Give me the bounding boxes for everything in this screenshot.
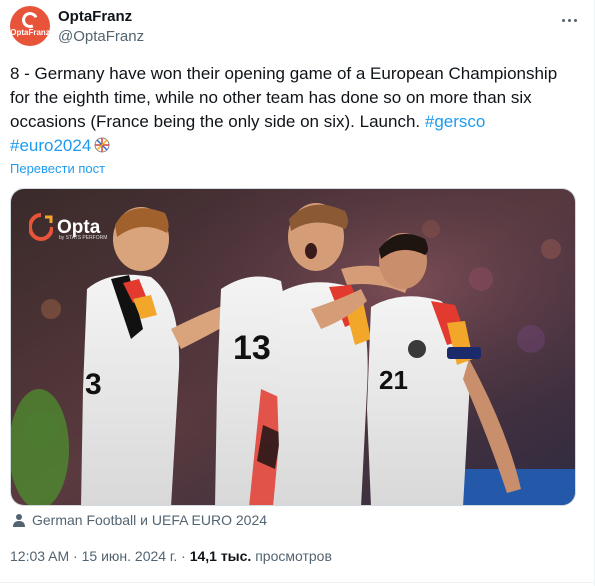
tweet-date[interactable]: 15 июн. 2024 г.: [82, 548, 178, 564]
author-display-name[interactable]: OptaFranz: [58, 8, 132, 25]
euro2024-ball-icon: [94, 137, 110, 153]
opta-watermark-brand: Opta: [57, 216, 101, 238]
jersey-number: 13: [233, 329, 271, 367]
opta-watermark: Opta by STATS PERFORM: [29, 213, 107, 241]
avatar-text: OptaFranz: [10, 28, 50, 37]
tweet-text-line: 8 - Germany have won their opening game …: [10, 64, 558, 83]
author-handle[interactable]: @OptaFranz: [58, 28, 144, 45]
jersey-number: 21: [379, 365, 408, 395]
opta-watermark-sub: by STATS PERFORM: [59, 235, 108, 241]
person-icon: [13, 514, 25, 527]
more-options-icon[interactable]: [557, 10, 581, 30]
views-label: просмотров: [255, 548, 332, 564]
tweet-meta: 12:03 AM · 15 июн. 2024 г. · 14,1 тыс. п…: [10, 548, 332, 564]
tweet-text-line: #euro2024: [10, 134, 585, 158]
translate-post-link[interactable]: Перевести пост: [10, 161, 105, 176]
avatar[interactable]: OptaFranz: [10, 6, 50, 46]
jersey-number: 3: [85, 368, 102, 401]
tweet-text-line: for the eighth time, while no other team…: [10, 88, 532, 107]
tagged-users-label: German Football и UEFA EURO 2024: [32, 512, 268, 528]
tweet-text-line: occasions (France being the only side on…: [10, 110, 585, 134]
tweet-time[interactable]: 12:03 AM: [10, 548, 69, 564]
meta-separator: ·: [73, 548, 78, 564]
tweet-header: OptaFranz OptaFranz @OptaFranz: [10, 6, 585, 46]
meta-separator: ·: [181, 548, 186, 564]
views-count[interactable]: 14,1 тыс.: [190, 548, 252, 564]
hashtag-link[interactable]: #gersco: [425, 112, 485, 131]
hashtag-link[interactable]: #euro2024: [10, 136, 91, 155]
tweet-photo[interactable]: 3 13 21 Opta by STATS PERFORM: [10, 188, 576, 506]
tweet-text: 8 - Germany have won their opening game …: [10, 62, 585, 158]
opta-logo-icon: [29, 213, 53, 241]
tagged-users[interactable]: German Football и UEFA EURO 2024: [12, 512, 267, 528]
tweet-card: OptaFranz OptaFranz @OptaFranz 8 - Germa…: [0, 0, 595, 586]
divider: [0, 582, 595, 583]
tweet-text-fragment: occasions (France being the only side on…: [10, 112, 421, 131]
